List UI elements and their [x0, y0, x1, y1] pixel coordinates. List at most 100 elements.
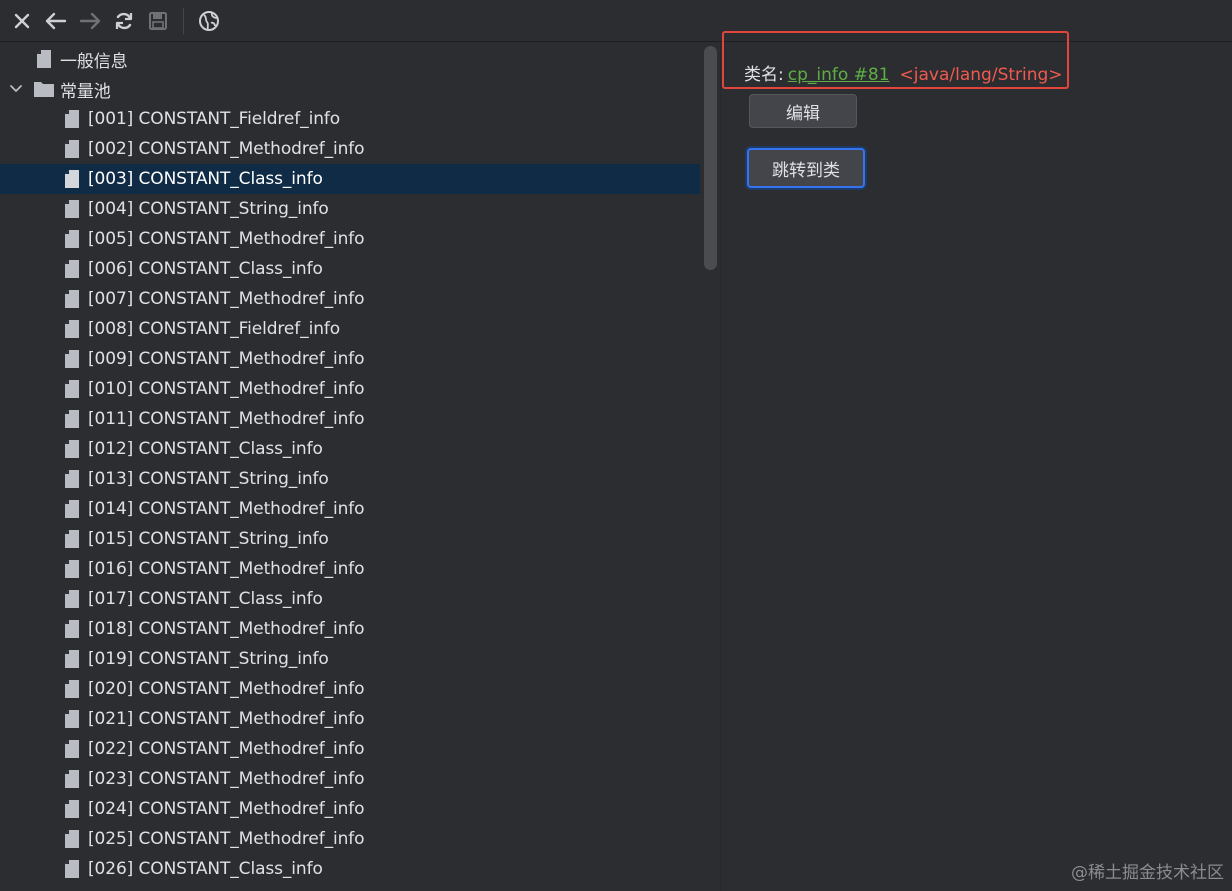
tree-item[interactable]: [021] CONSTANT_Methodref_info — [0, 704, 700, 734]
tree-node-label: 一般信息 — [60, 51, 128, 72]
file-icon — [65, 530, 79, 548]
class-path-value: <java/lang/String> — [899, 65, 1063, 85]
close-icon — [14, 13, 30, 28]
tree-item[interactable]: [005] CONSTANT_Methodref_info — [0, 224, 700, 254]
file-icon — [65, 110, 79, 128]
tree-item-label: [026] CONSTANT_Class_info — [88, 859, 323, 879]
tree-item-label: [023] CONSTANT_Methodref_info — [88, 769, 365, 789]
tree-item-label: [005] CONSTANT_Methodref_info — [88, 229, 365, 249]
globe-icon — [199, 10, 219, 31]
tree-item[interactable]: [001] CONSTANT_Fieldref_info — [0, 104, 700, 134]
tree-item-label: [008] CONSTANT_Fieldref_info — [88, 319, 341, 339]
detail-panel: 类名: cp_info #81 <java/lang/String> 编辑 跳转… — [721, 31, 1232, 891]
file-icon — [65, 710, 79, 728]
save-button[interactable] — [145, 8, 171, 34]
folder-icon — [34, 82, 54, 97]
tree-item-label: [017] CONSTANT_Class_info — [88, 589, 323, 609]
tree-item-label: [019] CONSTANT_String_info — [88, 649, 329, 669]
toolbar-separator — [183, 7, 184, 34]
tree-node-label: 常量池 — [60, 81, 111, 102]
tree-item[interactable]: [010] CONSTANT_Methodref_info — [0, 374, 700, 404]
tree-item-label: [003] CONSTANT_Class_info — [88, 169, 323, 189]
tree-item-label: [013] CONSTANT_String_info — [88, 469, 329, 489]
file-icon — [65, 830, 79, 848]
back-button[interactable] — [43, 8, 69, 34]
tree-node-general-info[interactable]: 一般信息 — [0, 44, 700, 74]
close-button[interactable] — [9, 8, 35, 34]
tree-item[interactable]: [023] CONSTANT_Methodref_info — [0, 764, 700, 794]
back-arrow-icon — [45, 12, 67, 29]
refresh-button[interactable] — [111, 8, 137, 34]
edit-button[interactable]: 编辑 — [749, 94, 857, 128]
tree-item[interactable]: [004] CONSTANT_String_info — [0, 194, 700, 224]
refresh-icon — [115, 12, 133, 29]
tree-item[interactable]: [025] CONSTANT_Methodref_info — [0, 824, 700, 854]
file-icon — [65, 740, 79, 758]
file-icon — [37, 50, 51, 68]
tree-item[interactable]: [003] CONSTANT_Class_info — [0, 164, 700, 194]
file-icon — [65, 200, 79, 218]
tree-node-constant-pool[interactable]: 常量池 — [0, 74, 700, 104]
app-window: 一般信息 常量池 [001] CONSTANT_Fieldref_info [00… — [0, 0, 1232, 891]
file-icon — [65, 770, 79, 788]
watermark: @稀土掘金技术社区 — [1071, 863, 1224, 883]
tree-item[interactable]: [012] CONSTANT_Class_info — [0, 434, 700, 464]
file-icon — [65, 620, 79, 638]
file-icon — [65, 410, 79, 428]
tree-item[interactable]: [020] CONSTANT_Methodref_info — [0, 674, 700, 704]
tree-item-label: [022] CONSTANT_Methodref_info — [88, 739, 365, 759]
browse-button[interactable] — [196, 8, 222, 34]
tree-scrollbar[interactable] — [704, 46, 717, 270]
tree-item-label: [009] CONSTANT_Methodref_info — [88, 349, 365, 369]
cp-info-link[interactable]: cp_info #81 — [788, 65, 890, 85]
tree-item[interactable]: [009] CONSTANT_Methodref_info — [0, 344, 700, 374]
file-icon — [65, 440, 79, 458]
tree-item[interactable]: [024] CONSTANT_Methodref_info — [0, 794, 700, 824]
file-icon — [65, 170, 79, 188]
tree-item-label: [007] CONSTANT_Methodref_info — [88, 289, 365, 309]
tree-item-label: [006] CONSTANT_Class_info — [88, 259, 323, 279]
tree-item-label: [002] CONSTANT_Methodref_info — [88, 139, 365, 159]
file-icon — [65, 590, 79, 608]
tree-item-label: [024] CONSTANT_Methodref_info — [88, 799, 365, 819]
forward-button[interactable] — [77, 8, 103, 34]
jump-to-class-button[interactable]: 跳转到类 — [747, 148, 865, 188]
tree-item[interactable]: [008] CONSTANT_Fieldref_info — [0, 314, 700, 344]
file-icon — [65, 470, 79, 488]
tree-item-label: [004] CONSTANT_String_info — [88, 199, 329, 219]
tree-item[interactable]: [007] CONSTANT_Methodref_info — [0, 284, 700, 314]
tree-item[interactable]: [018] CONSTANT_Methodref_info — [0, 614, 700, 644]
tree-item[interactable]: [014] CONSTANT_Methodref_info — [0, 494, 700, 524]
chevron-down-icon[interactable] — [8, 81, 24, 97]
file-icon — [65, 230, 79, 248]
class-name-label: 类名: — [744, 65, 784, 85]
file-icon — [65, 350, 79, 368]
file-icon — [65, 500, 79, 518]
tree-item-label: [016] CONSTANT_Methodref_info — [88, 559, 365, 579]
tree-item-label: [015] CONSTANT_String_info — [88, 529, 329, 549]
tree-item[interactable]: [013] CONSTANT_String_info — [0, 464, 700, 494]
forward-arrow-icon — [79, 12, 101, 29]
file-icon — [65, 650, 79, 668]
file-icon — [65, 380, 79, 398]
tree-item-label: [001] CONSTANT_Fieldref_info — [88, 109, 341, 129]
tree-item-label: [018] CONSTANT_Methodref_info — [88, 619, 365, 639]
tree-item[interactable]: [015] CONSTANT_String_info — [0, 524, 700, 554]
file-icon — [65, 260, 79, 278]
constant-pool-tree: 一般信息 常量池 [001] CONSTANT_Fieldref_info [00… — [0, 42, 700, 891]
class-name-row: 类名: cp_info #81 <java/lang/String> — [744, 60, 1063, 85]
tree-item-label: [011] CONSTANT_Methodref_info — [88, 409, 365, 429]
tree-item[interactable]: [019] CONSTANT_String_info — [0, 644, 700, 674]
tree-item[interactable]: [017] CONSTANT_Class_info — [0, 584, 700, 614]
tree-item[interactable]: [022] CONSTANT_Methodref_info — [0, 734, 700, 764]
tree-item[interactable]: [016] CONSTANT_Methodref_info — [0, 554, 700, 584]
tree-item[interactable]: [006] CONSTANT_Class_info — [0, 254, 700, 284]
tree-item[interactable]: [011] CONSTANT_Methodref_info — [0, 404, 700, 434]
file-icon — [65, 680, 79, 698]
tree-item[interactable]: [002] CONSTANT_Methodref_info — [0, 134, 700, 164]
file-icon — [65, 800, 79, 818]
tree-item-label: [014] CONSTANT_Methodref_info — [88, 499, 365, 519]
tree-item[interactable]: [026] CONSTANT_Class_info — [0, 854, 700, 884]
tree-item-label: [021] CONSTANT_Methodref_info — [88, 709, 365, 729]
file-icon — [65, 860, 79, 878]
